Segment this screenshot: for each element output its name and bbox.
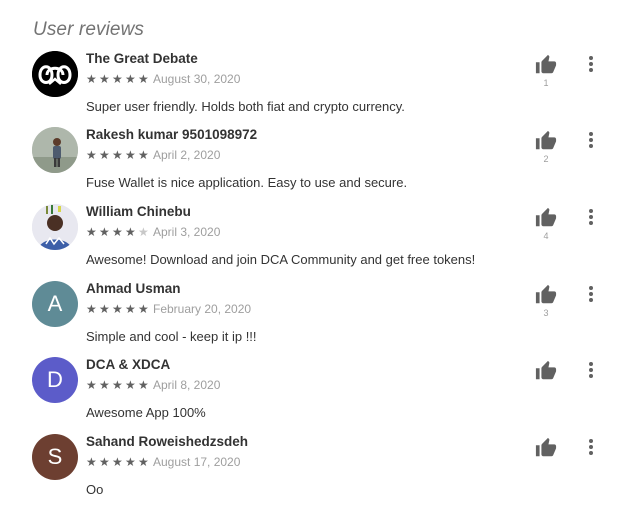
avatar-logo	[32, 51, 78, 97]
star-icon: ★	[112, 225, 123, 239]
star-rating: ★ ★ ★ ★ ★ August 17, 2020	[86, 455, 240, 469]
thumbs-up-icon[interactable]	[534, 54, 558, 76]
more-options-icon[interactable]	[584, 129, 598, 151]
avatar[interactable]: A	[32, 281, 78, 327]
star-icon: ★	[99, 225, 110, 239]
review-date: August 17, 2020	[153, 455, 241, 469]
more-options-icon[interactable]	[584, 359, 598, 381]
avatar[interactable]	[32, 127, 78, 173]
thumbs-up-icon[interactable]	[534, 360, 558, 382]
star-icon: ★	[138, 455, 149, 469]
avatar-letter: A	[47, 291, 63, 316]
star-icon: ★	[125, 148, 136, 162]
review-date: February 20, 2020	[153, 302, 252, 316]
review-item: Rakesh kumar 9501098972 ★ ★ ★ ★ ★ April …	[0, 127, 640, 204]
helpful-count: 2	[543, 154, 549, 164]
star-icon: ★	[138, 378, 149, 392]
star-rating: ★ ★ ★ ★ ★ April 2, 2020	[86, 148, 220, 162]
thumbs-up-icon[interactable]	[534, 130, 558, 152]
star-rating: ★ ★ ★ ★ ★ April 3, 2020	[86, 225, 220, 239]
avatar[interactable]	[32, 204, 78, 250]
review-date: April 8, 2020	[153, 378, 221, 392]
star-icon: ★	[125, 302, 136, 316]
thumbs-up-icon[interactable]	[534, 284, 558, 306]
star-rating: ★ ★ ★ ★ ★ February 20, 2020	[86, 302, 251, 316]
star-icon: ★	[99, 302, 110, 316]
star-icon: ★	[86, 72, 97, 86]
helpful-count: 3	[543, 308, 549, 318]
star-icon: ★	[138, 148, 149, 162]
helpful-count: 4	[543, 231, 549, 241]
star-icon: ★	[99, 148, 110, 162]
star-empty-icon: ★	[138, 225, 149, 239]
star-icon: ★	[86, 302, 97, 316]
review-author[interactable]: Ahmad Usman	[86, 281, 181, 296]
star-icon: ★	[99, 72, 110, 86]
review-text: Super user friendly. Holds both fiat and…	[86, 99, 405, 114]
star-icon: ★	[99, 455, 110, 469]
avatar-photo	[32, 127, 78, 173]
review-item: William Chinebu ★ ★ ★ ★ ★ April 3, 2020 …	[0, 204, 640, 281]
review-item: The Great Debate ★ ★ ★ ★ ★ August 30, 20…	[0, 51, 640, 128]
review-date: August 30, 2020	[153, 72, 241, 86]
more-options-icon[interactable]	[584, 53, 598, 75]
star-rating: ★ ★ ★ ★ ★ August 30, 2020	[86, 72, 240, 86]
star-icon: ★	[112, 378, 123, 392]
more-options-icon[interactable]	[584, 206, 598, 228]
star-icon: ★	[99, 378, 110, 392]
review-author[interactable]: Rakesh kumar 9501098972	[86, 127, 257, 142]
review-date: April 3, 2020	[153, 225, 221, 239]
helpful-count: 1	[543, 78, 549, 88]
avatar-letter: S	[47, 444, 63, 469]
review-text: Awesome! Download and join DCA Community…	[86, 252, 476, 267]
star-icon: ★	[86, 378, 97, 392]
star-icon: ★	[86, 225, 97, 239]
section-title: User reviews	[33, 19, 144, 40]
avatar[interactable]: D	[32, 357, 78, 403]
avatar-photo	[32, 204, 78, 250]
star-icon: ★	[86, 148, 97, 162]
review-item: A Ahmad Usman ★ ★ ★ ★ ★ February 20, 202…	[0, 281, 640, 358]
star-rating: ★ ★ ★ ★ ★ April 8, 2020	[86, 378, 220, 392]
more-options-icon[interactable]	[584, 283, 598, 305]
review-text: Fuse Wallet is nice application. Easy to…	[86, 175, 408, 190]
star-icon: ★	[86, 455, 97, 469]
star-icon: ★	[112, 148, 123, 162]
avatar[interactable]: S	[32, 434, 78, 480]
thumbs-up-icon[interactable]	[534, 437, 558, 459]
review-author[interactable]: DCA & XDCA	[86, 357, 170, 372]
review-text: Awesome App 100%	[86, 405, 206, 420]
review-author[interactable]: William Chinebu	[86, 204, 191, 219]
thumbs-up-icon[interactable]	[534, 207, 558, 229]
review-author[interactable]: The Great Debate	[86, 51, 198, 66]
more-options-icon[interactable]	[584, 436, 598, 458]
review-item: S Sahand Roweishedzsdeh ★ ★ ★ ★ ★ August…	[0, 434, 640, 511]
star-icon: ★	[125, 378, 136, 392]
avatar[interactable]	[32, 51, 78, 97]
review-date: April 2, 2020	[153, 148, 221, 162]
star-icon: ★	[138, 72, 149, 86]
review-author[interactable]: Sahand Roweishedzsdeh	[86, 434, 248, 449]
review-text: Oo	[86, 482, 104, 497]
star-icon: ★	[125, 72, 136, 86]
review-item: D DCA & XDCA ★ ★ ★ ★ ★ April 8, 2020 Awe…	[0, 357, 640, 434]
star-icon: ★	[138, 302, 149, 316]
star-icon: ★	[112, 72, 123, 86]
star-icon: ★	[112, 455, 123, 469]
review-text: Simple and cool - keep it ip !!!	[86, 329, 257, 344]
star-icon: ★	[112, 302, 123, 316]
star-icon: ★	[125, 225, 136, 239]
star-icon: ★	[125, 455, 136, 469]
avatar-letter: D	[47, 367, 63, 392]
